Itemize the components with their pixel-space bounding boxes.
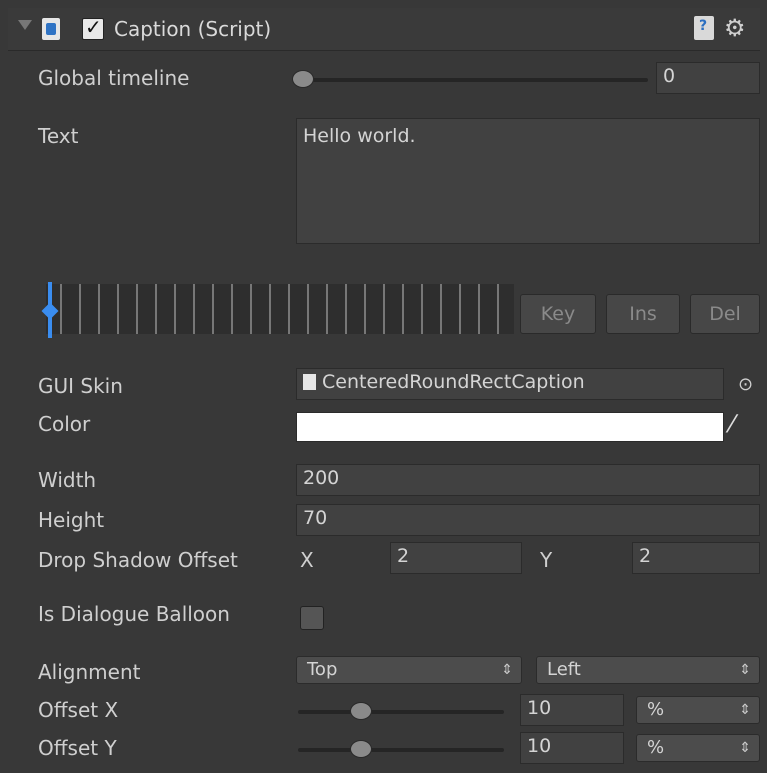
updown-arrow-icon: ⇕ <box>739 740 751 756</box>
delete-button[interactable]: Del <box>690 294 760 334</box>
global-timeline-slider-thumb[interactable] <box>292 70 314 88</box>
guiskin-asset-icon <box>303 374 316 390</box>
offset-y-slider-thumb[interactable] <box>350 740 372 758</box>
script-file-icon <box>42 18 60 40</box>
timeline-tick <box>440 284 442 334</box>
drop-shadow-x-label: X <box>300 548 314 572</box>
horizontal-alignment-dropdown[interactable]: Left ⇕ <box>536 656 760 684</box>
global-timeline-label: Global timeline <box>38 66 190 90</box>
offset-y-value-field[interactable]: 10 <box>520 732 624 764</box>
timeline-tick <box>79 284 81 334</box>
timeline-tick <box>345 284 347 334</box>
timeline-tick <box>193 284 195 334</box>
text-label: Text <box>38 124 79 148</box>
horizontal-alignment-value: Left <box>547 659 581 680</box>
key-button[interactable]: Key <box>520 294 596 334</box>
offset-y-slider-track[interactable] <box>298 748 504 752</box>
drop-shadow-x-field[interactable]: 2 <box>390 542 522 574</box>
global-timeline-slider-track[interactable] <box>298 78 648 82</box>
timeline-tick <box>212 284 214 334</box>
drop-shadow-y-field[interactable]: 2 <box>632 542 760 574</box>
timeline-tick <box>364 284 366 334</box>
offset-y-unit-value: % <box>647 737 665 758</box>
text-area[interactable]: Hello world. <box>296 118 760 244</box>
color-swatch-field[interactable] <box>296 412 724 442</box>
timeline-tick <box>288 284 290 334</box>
timeline-tick <box>478 284 480 334</box>
updown-arrow-icon: ⇕ <box>501 662 513 678</box>
offset-x-value-field[interactable]: 10 <box>520 694 624 726</box>
gui-skin-object-field[interactable]: CenteredRoundRectCaption <box>296 368 724 400</box>
height-label: Height <box>38 508 105 532</box>
timeline-tick <box>250 284 252 334</box>
timeline-tick <box>60 284 62 334</box>
timeline-tick <box>98 284 100 334</box>
dialogue-balloon-label: Is Dialogue Balloon <box>38 602 230 626</box>
alignment-label: Alignment <box>38 660 141 684</box>
offset-x-unit-value: % <box>647 699 665 720</box>
timeline-tick <box>497 284 499 334</box>
offset-x-unit-dropdown[interactable]: % ⇕ <box>636 696 760 724</box>
timeline-tick <box>307 284 309 334</box>
global-timeline-value-field[interactable]: 0 <box>656 62 760 94</box>
offset-x-label: Offset X <box>38 698 119 722</box>
vertical-alignment-value: Top <box>307 659 338 680</box>
object-picker-icon[interactable]: ⊙ <box>738 374 753 395</box>
timeline-tick <box>421 284 423 334</box>
timeline-tick <box>326 284 328 334</box>
drop-shadow-y-label: Y <box>540 548 553 572</box>
caption-keyframe-timeline[interactable] <box>46 284 514 334</box>
gui-skin-value: CenteredRoundRectCaption <box>322 371 585 393</box>
component-header[interactable]: ✓ Caption (Script) ⚙ <box>8 8 760 51</box>
width-field[interactable]: 200 <box>296 464 760 496</box>
gui-skin-label: GUI Skin <box>38 374 123 398</box>
timeline-tick <box>402 284 404 334</box>
timeline-tick <box>269 284 271 334</box>
timeline-tick <box>117 284 119 334</box>
foldout-arrow-icon[interactable] <box>18 20 32 30</box>
timeline-tick <box>231 284 233 334</box>
height-field[interactable]: 70 <box>296 504 760 536</box>
timeline-tick <box>174 284 176 334</box>
timeline-tick <box>136 284 138 334</box>
eyedropper-icon[interactable]: ⁄ <box>730 410 734 438</box>
timeline-tick <box>459 284 461 334</box>
offset-x-slider-track[interactable] <box>298 710 504 714</box>
checkmark-icon: ✓ <box>85 15 102 39</box>
dialogue-balloon-checkbox[interactable] <box>300 606 324 630</box>
color-label: Color <box>38 412 91 436</box>
timeline-tick <box>383 284 385 334</box>
vertical-alignment-dropdown[interactable]: Top ⇕ <box>296 656 522 684</box>
insert-button[interactable]: Ins <box>606 294 680 334</box>
component-enabled-checkbox[interactable]: ✓ <box>82 15 104 40</box>
updown-arrow-icon: ⇕ <box>739 662 751 678</box>
inspector-component-panel: ✓ Caption (Script) ⚙ Global timeline 0 T… <box>8 8 760 765</box>
drop-shadow-offset-label: Drop Shadow Offset <box>38 548 238 572</box>
timeline-tick <box>155 284 157 334</box>
gear-icon[interactable]: ⚙ <box>724 14 746 42</box>
help-book-icon[interactable] <box>694 16 714 40</box>
offset-x-slider-thumb[interactable] <box>350 702 372 720</box>
component-title: Caption (Script) <box>114 17 272 41</box>
offset-y-label: Offset Y <box>38 736 117 760</box>
width-label: Width <box>38 468 97 492</box>
offset-y-unit-dropdown[interactable]: % ⇕ <box>636 734 760 762</box>
updown-arrow-icon: ⇕ <box>739 702 751 718</box>
